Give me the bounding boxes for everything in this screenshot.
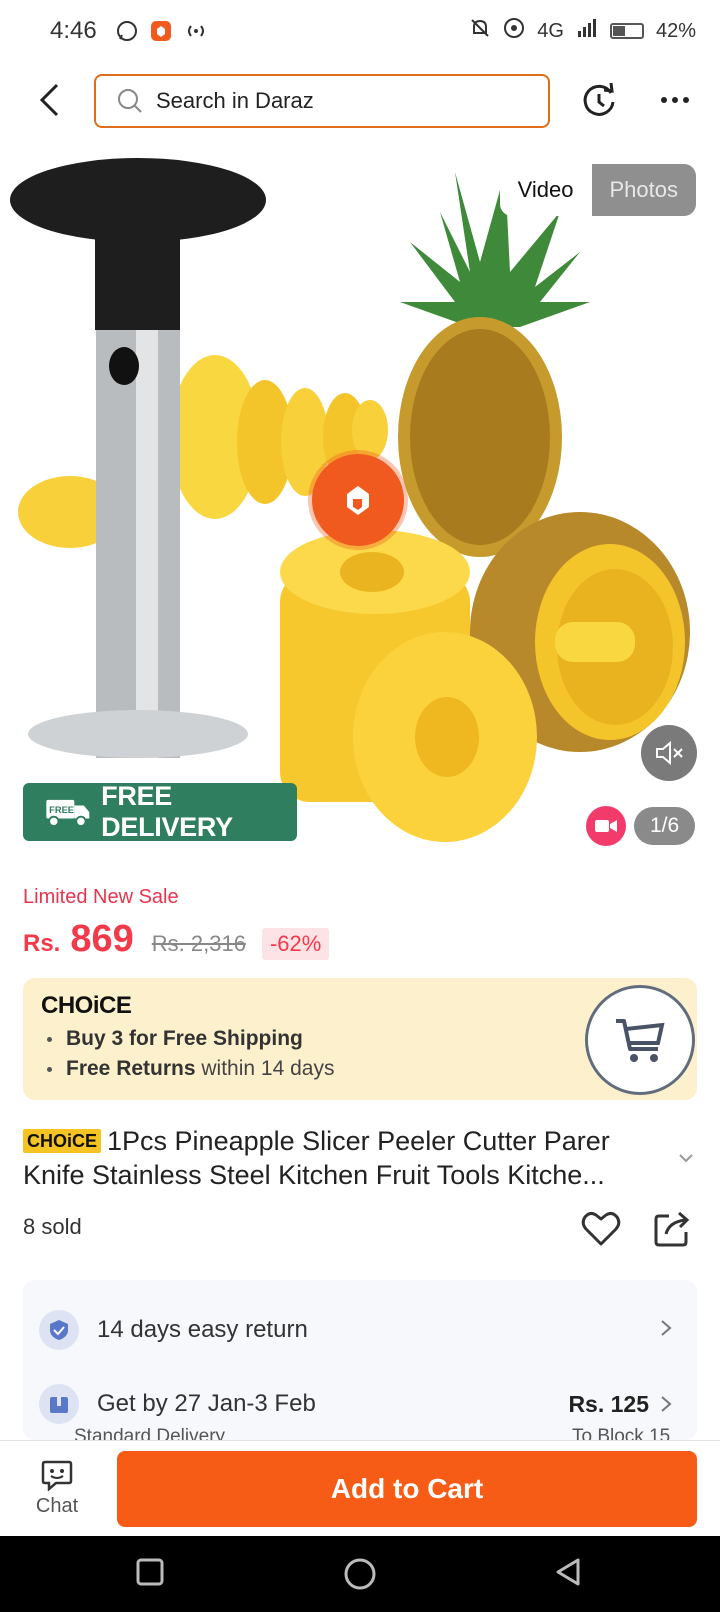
network-type: 4G xyxy=(537,19,564,42)
heart-icon xyxy=(581,1211,621,1246)
refresh-icon xyxy=(583,82,615,116)
home-button[interactable] xyxy=(342,1556,378,1592)
image-counter: 1/6 xyxy=(634,807,696,845)
choice-logo: CHOiCE xyxy=(41,992,132,1019)
delivery-row[interactable]: Get by 27 Jan-3 Feb Rs. 125 xyxy=(23,1374,697,1434)
share-icon xyxy=(654,1211,690,1247)
benefit-returns: Free Returns within 14 days xyxy=(45,1054,334,1084)
service-info-card: 14 days easy return Get by 27 Jan-3 Feb … xyxy=(23,1280,697,1440)
status-bar: 4:46 4G 42% xyxy=(0,0,720,62)
chat-icon xyxy=(41,1460,73,1491)
cart-icon xyxy=(616,1019,665,1062)
history-button[interactable] xyxy=(578,80,620,122)
price-row: Rs. 869 Rs. 2,316 -62% xyxy=(23,918,330,961)
back-button[interactable] xyxy=(30,80,70,120)
share-button[interactable] xyxy=(651,1208,693,1250)
search-placeholder: Search in Daraz xyxy=(156,88,314,113)
daraz-app-icon xyxy=(149,19,173,43)
product-title: CHOiCE 1Pcs Pineapple Slicer Peeler Cutte… xyxy=(23,1124,673,1192)
battery-level xyxy=(612,26,625,36)
mute-button[interactable] xyxy=(641,725,697,781)
delivery-box-icon xyxy=(39,1384,79,1424)
more-dot-icon xyxy=(672,97,678,103)
chat-button[interactable]: Chat xyxy=(20,1457,94,1527)
chat-label: Chat xyxy=(35,1495,79,1517)
chevron-down-icon xyxy=(679,1154,693,1163)
more-options-button[interactable] xyxy=(652,82,698,118)
triangle-back-icon xyxy=(556,1558,580,1586)
system-back-button[interactable] xyxy=(552,1556,588,1592)
recent-apps-button[interactable] xyxy=(134,1556,170,1592)
benefit-shipping-text: Buy 3 for Free Shipping xyxy=(66,1027,303,1050)
choice-cart-button[interactable] xyxy=(585,985,695,1095)
battery-percent: 42% xyxy=(655,19,696,42)
circle-icon xyxy=(344,1558,376,1590)
free-delivery-label: FREE DELIVERY xyxy=(101,781,233,842)
signal-icon xyxy=(576,17,598,45)
battery-icon xyxy=(609,23,644,39)
delivery-fee-group: Rs. 125 xyxy=(568,1391,673,1418)
speaker-muted-icon xyxy=(656,740,683,766)
more-dot-icon xyxy=(683,97,689,103)
system-navigation-bar xyxy=(0,1536,720,1612)
chevron-right-icon xyxy=(659,1318,673,1343)
discount-badge: -62% xyxy=(261,928,330,960)
media-type-toggle[interactable]: Video Photos xyxy=(499,164,696,216)
price-currency: Rs. xyxy=(23,930,61,957)
return-policy-row[interactable]: 14 days easy return xyxy=(23,1300,697,1360)
top-nav: Search in Daraz xyxy=(0,70,720,132)
delivery-estimate: Get by 27 Jan-3 Feb xyxy=(97,1390,316,1417)
clock: 4:46 xyxy=(50,17,97,44)
benefit-returns-bold: Free Returns xyxy=(66,1057,196,1080)
whatsapp-icon xyxy=(115,19,139,43)
search-input[interactable]: Search in Daraz xyxy=(94,74,550,128)
shield-check-icon xyxy=(39,1310,79,1350)
daraz-logo-icon xyxy=(347,486,369,515)
bottom-action-bar: Chat Add to Cart xyxy=(0,1440,720,1536)
video-tab[interactable]: Video xyxy=(499,164,592,216)
square-icon xyxy=(136,1558,164,1586)
chevron-left-icon xyxy=(39,83,59,117)
choice-benefits-list: Buy 3 for Free Shipping Free Returns wit… xyxy=(45,1024,334,1084)
sold-count: 8 sold xyxy=(23,1214,82,1239)
return-policy-text: 14 days easy return xyxy=(97,1316,308,1343)
add-to-cart-button[interactable]: Add to Cart xyxy=(117,1451,697,1527)
delivery-fee: Rs. 125 xyxy=(568,1390,649,1417)
media-counter-group: 1/6 xyxy=(586,806,696,846)
current-price: 869 xyxy=(70,918,134,960)
hotspot-icon xyxy=(183,21,209,41)
delivery-truck-icon: FREE xyxy=(46,799,90,827)
play-video-button[interactable] xyxy=(312,454,404,546)
benefit-returns-rest: within 14 days xyxy=(195,1057,335,1080)
expand-title-button[interactable] xyxy=(676,1148,696,1168)
wishlist-button[interactable] xyxy=(580,1208,622,1250)
truck-free-text: FREE xyxy=(49,805,74,815)
promo-label: Limited New Sale xyxy=(23,886,179,908)
choice-tag: CHOiCE xyxy=(23,1129,102,1153)
video-camera-icon[interactable] xyxy=(586,806,626,846)
search-icon xyxy=(118,89,142,113)
whole-pineapple xyxy=(398,172,590,557)
photos-tab[interactable]: Photos xyxy=(591,164,696,216)
benefit-shipping: Buy 3 for Free Shipping xyxy=(45,1024,334,1054)
mute-notification-icon xyxy=(469,17,491,45)
more-dot-icon xyxy=(661,97,667,103)
original-price: Rs. 2,316 xyxy=(151,931,246,956)
chevron-right-icon xyxy=(661,1396,672,1412)
free-delivery-badge: FREE FREE DELIVERY xyxy=(23,781,297,842)
wifi-icon xyxy=(503,17,525,45)
product-media-gallery[interactable]: Video Photos FREE FREE DELIVERY 1/6 xyxy=(0,152,720,852)
product-title-text: 1Pcs Pineapple Slicer Peeler Cutter Pare… xyxy=(23,1126,610,1190)
